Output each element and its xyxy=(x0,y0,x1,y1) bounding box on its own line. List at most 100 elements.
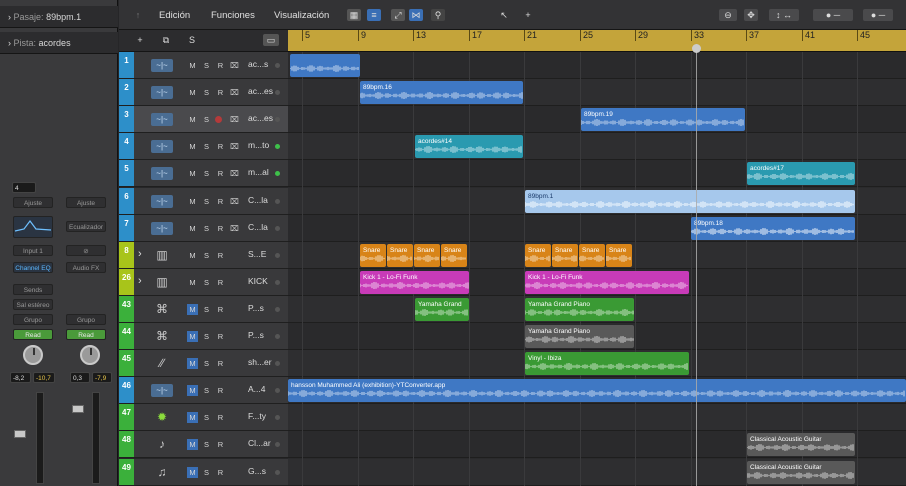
mute-button[interactable]: M xyxy=(187,223,198,234)
mute-button[interactable]: M xyxy=(187,60,198,71)
mute-button[interactable]: M xyxy=(187,141,198,152)
solo-button[interactable]: S xyxy=(201,250,212,261)
region[interactable]: Snare xyxy=(360,243,386,267)
sends-button[interactable]: Sends xyxy=(13,284,53,295)
right-volume-fader[interactable] xyxy=(72,405,84,413)
input-monitor-button[interactable]: ⌧ xyxy=(229,196,240,207)
track-header[interactable]: 8▥MSR⌧S...E› xyxy=(119,241,288,269)
mute-button[interactable]: M xyxy=(187,385,198,397)
mute-button[interactable]: M xyxy=(187,87,198,98)
edit-menu[interactable]: Edición xyxy=(159,8,190,23)
solo-button[interactable]: S xyxy=(201,196,212,207)
link-regions-icon[interactable]: ⋈ xyxy=(409,9,423,21)
drum-machine-icon[interactable]: ▥ xyxy=(151,275,173,289)
folder-icon[interactable]: ▭ xyxy=(263,34,279,46)
solo-button[interactable]: S xyxy=(201,168,212,179)
mute-button[interactable]: M xyxy=(187,250,198,261)
link-icon[interactable]: ⊘ xyxy=(66,245,106,256)
region[interactable]: acordes#14 xyxy=(415,135,523,159)
catch-icon[interactable]: ⤢ xyxy=(391,9,405,21)
track-header[interactable]: 4 ~|~ M S R ⌧ m...to xyxy=(119,133,288,161)
input-monitor-button[interactable]: ⌧ xyxy=(229,141,240,152)
track-header[interactable]: 47✹MSR⌧F...ty xyxy=(119,404,288,432)
solo-button[interactable]: S xyxy=(201,114,212,125)
solo-button[interactable]: S xyxy=(201,385,212,396)
region[interactable]: 89bpm.1 xyxy=(525,189,855,213)
solo-button[interactable]: S xyxy=(201,223,212,234)
region[interactable]: Snare xyxy=(414,243,440,267)
track-header[interactable]: 44⌘MSR⌧P...s xyxy=(119,323,288,351)
mute-button[interactable]: M xyxy=(187,331,198,342)
track-header[interactable]: 1 ~|~ M S R ⌧ ac...s xyxy=(119,52,288,80)
pointer-tool-icon[interactable]: ↖ xyxy=(497,9,511,21)
voices-field[interactable]: 4 xyxy=(12,182,36,193)
plus-tool-icon[interactable]: + xyxy=(521,9,535,21)
vertical-zoom-slider[interactable]: ↕ ↔ xyxy=(769,9,799,21)
waveform-zoom-slider[interactable]: ● ─ xyxy=(863,9,893,21)
mute-button[interactable]: M xyxy=(187,168,198,179)
functions-menu[interactable]: Funciones xyxy=(211,8,255,23)
snap-icon[interactable]: ✥ xyxy=(744,9,758,21)
region[interactable]: Snare xyxy=(552,243,578,267)
playhead-handle[interactable] xyxy=(692,44,701,53)
mute-button[interactable]: M xyxy=(187,439,198,451)
region[interactable]: Yamaha Grand xyxy=(415,297,469,321)
track-header[interactable]: 5 ~|~ M S R ⌧ m...al xyxy=(119,160,288,188)
mute-button[interactable]: M xyxy=(187,412,198,424)
record-button[interactable]: R xyxy=(215,87,226,98)
region[interactable]: 89bpm.16 xyxy=(360,81,523,105)
record-button[interactable]: R xyxy=(215,412,226,423)
region[interactable]: Kick 1 - Lo-Fi Funk xyxy=(525,270,689,294)
record-button[interactable]: R xyxy=(215,439,226,450)
left-eq-display[interactable] xyxy=(13,216,53,238)
region[interactable] xyxy=(290,54,360,78)
region-inspector-header[interactable]: › Pasaje: 89bpm.1 xyxy=(0,6,118,28)
shaker-icon[interactable]: ∕∕ xyxy=(151,357,173,370)
view-menu[interactable]: Visualización xyxy=(274,8,329,23)
track-header[interactable]: 26▥MSR⌧KICK› xyxy=(119,268,288,296)
record-button[interactable]: R xyxy=(215,467,226,478)
region[interactable]: Kick 1 - Lo-Fi Funk xyxy=(360,270,469,294)
global-solo-icon[interactable]: S xyxy=(185,34,199,46)
record-button[interactable]: R xyxy=(215,223,226,234)
record-button[interactable]: R xyxy=(215,385,226,396)
mute-button[interactable]: M xyxy=(187,114,198,125)
piano-icon[interactable]: ⌘ xyxy=(151,302,173,316)
region[interactable]: Snare xyxy=(441,243,467,267)
chevron-right-icon[interactable]: › xyxy=(138,275,142,287)
waveform-icon[interactable]: ~|~ xyxy=(151,113,173,127)
piano-icon[interactable]: ⌘ xyxy=(151,330,173,343)
waveform-icon[interactable]: ~|~ xyxy=(151,59,173,72)
right-setting-button[interactable]: Ajuste xyxy=(66,197,106,208)
duplicate-track-icon[interactable]: ⧉ xyxy=(159,34,173,46)
left-group-button[interactable]: Grupo xyxy=(13,314,53,325)
list-view-icon[interactable]: ≡ xyxy=(367,9,381,21)
solo-button[interactable]: S xyxy=(201,141,212,152)
track-header[interactable]: 3 ~|~ M S ⌧ ac...es xyxy=(119,106,288,134)
waveform-icon[interactable]: ~|~ xyxy=(151,167,173,181)
region[interactable]: Snare xyxy=(579,243,605,267)
record-button[interactable]: R xyxy=(215,196,226,207)
add-track-icon[interactable]: + xyxy=(133,34,147,46)
output-button[interactable]: Sal estéreo xyxy=(13,299,53,310)
region[interactable]: Classical Acoustic Guitar xyxy=(747,433,855,457)
waveform-icon[interactable]: ~|~ xyxy=(151,86,173,100)
channel-eq-plugin[interactable]: Channel EQ xyxy=(13,262,53,273)
region[interactable]: acordes#17 xyxy=(747,162,855,186)
guitarist-icon[interactable]: ♫ xyxy=(151,465,173,479)
record-button[interactable]: R xyxy=(215,250,226,261)
gear-icon[interactable]: ✹ xyxy=(151,411,173,424)
figure-icon[interactable]: ⚲ xyxy=(431,9,445,21)
mute-button[interactable]: M xyxy=(187,196,198,207)
right-group-button[interactable]: Grupo xyxy=(66,314,106,325)
region[interactable]: Snare xyxy=(606,243,632,267)
track-lane[interactable] xyxy=(288,133,906,161)
region[interactable]: hansson Muhammed Ali (exhibition)-YTConv… xyxy=(288,379,906,403)
track-header[interactable]: 2 ~|~ M S R ⌧ ac...es xyxy=(119,79,288,107)
solo-button[interactable]: S xyxy=(201,439,212,450)
region[interactable]: Classical Acoustic Guitar xyxy=(747,460,855,484)
track-header[interactable]: 7 ~|~ M S R ⌧ C...la xyxy=(119,214,288,242)
right-automation-button[interactable]: Read xyxy=(66,329,106,340)
input-monitor-button[interactable]: ⌧ xyxy=(229,223,240,234)
drum-machine-icon[interactable]: ▥ xyxy=(151,248,173,262)
